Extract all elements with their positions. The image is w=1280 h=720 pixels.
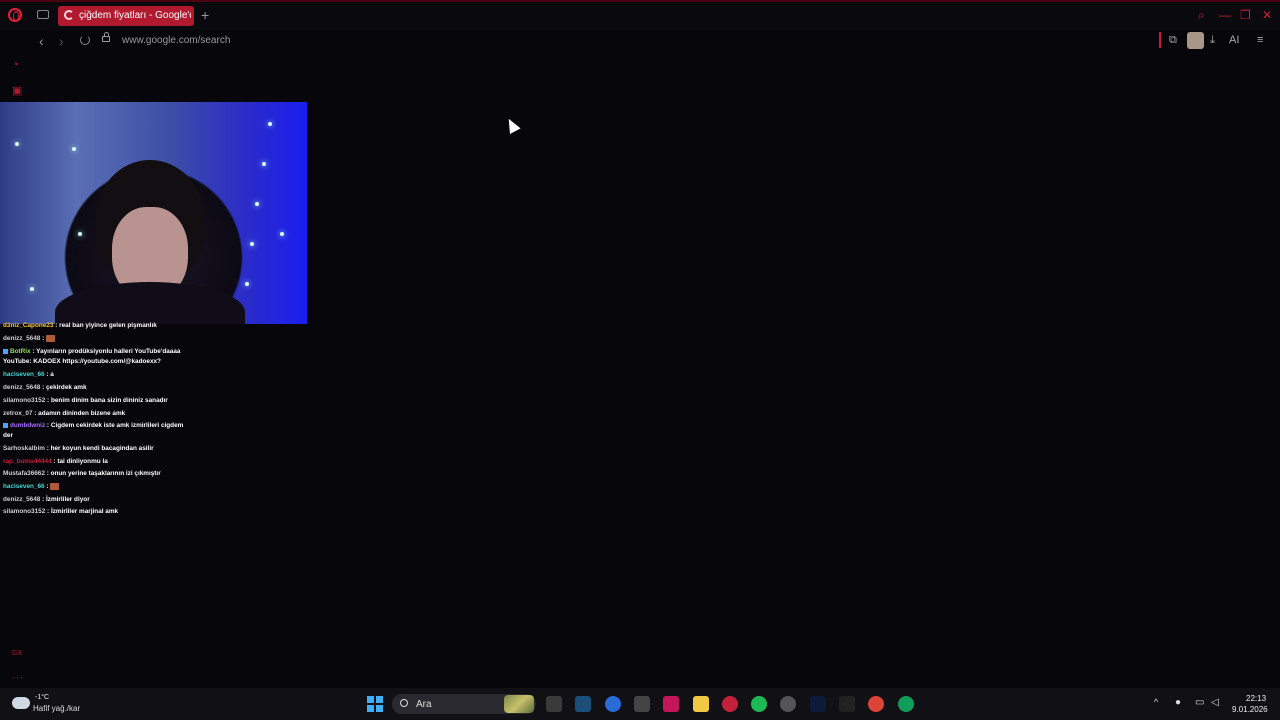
chat-message: YouTube: KADOEX https://youtube.com/@kad…	[3, 358, 193, 366]
toolbar-divider	[1159, 32, 1161, 48]
gx-icon[interactable]: GX	[12, 650, 22, 657]
clock-date[interactable]: 9.01.2026	[1232, 705, 1268, 714]
chat-message: haciseven_66 :	[3, 483, 193, 491]
chat-message: silamono3152 : İzmirliler marjinal amk	[3, 508, 193, 516]
chat-username: haciseven_66	[3, 371, 45, 378]
chat-text: : benim dinim bana sizin dininiz sanadır	[45, 397, 168, 404]
weather-temp[interactable]: -1°C	[35, 694, 49, 701]
clock-time[interactable]: 22:13	[1246, 694, 1266, 703]
chat-message: denizz_5648 : İzmirliler diyor	[3, 496, 193, 504]
chat-badge-icon	[3, 422, 8, 428]
chat-username: denizz_5648	[3, 496, 41, 503]
opera-gx-logo-icon[interactable]	[8, 8, 22, 22]
chat-text: : tai dinliyonmu la	[51, 458, 108, 465]
download-icon[interactable]: ⤓	[1210, 34, 1215, 47]
taskbar-cortana-icon[interactable]	[604, 696, 621, 712]
chat-message: BotRix : Yayınların prodüksiyonlu haller…	[3, 348, 193, 356]
ai-button[interactable]: AI	[1229, 34, 1239, 46]
chat-username: zetrox_07	[3, 410, 33, 417]
chat-message: Mustafa36662 : onun yerine taşaklarının …	[3, 470, 193, 478]
extensions-icon[interactable]: ⧉	[1169, 34, 1177, 47]
tray-chevron-icon[interactable]: ^	[1154, 697, 1158, 707]
profile-avatar[interactable]	[1187, 32, 1204, 49]
taskbar-spotify-icon[interactable]	[751, 696, 768, 712]
chat-username: d3niz_Capone23	[3, 322, 54, 329]
chat-username: dumbdwniz	[10, 422, 46, 429]
search-highlight-image[interactable]	[504, 695, 534, 713]
tab-title[interactable]: çiğdem fiyatları - Google'da	[79, 10, 191, 21]
chat-username: Mustafa36662	[3, 470, 45, 477]
taskbar-search-placeholder[interactable]: Ara	[416, 699, 432, 710]
loading-spinner-icon	[64, 10, 74, 20]
chat-message: zetrox_07 : adamın dininden bizene amk	[3, 410, 193, 418]
chat-message: Sarhoskalbim : her koyun kendi bacaginda…	[3, 445, 193, 453]
reload-icon[interactable]	[80, 35, 90, 45]
chat-text: : çekirdek amk	[40, 384, 87, 391]
chat-message: dumbdwniz : Cigdem cekirdek iste amk izm…	[3, 422, 193, 430]
chat-username: BotRix	[10, 348, 31, 355]
speed-dial-icon[interactable]: ◔	[12, 59, 19, 71]
taskbar-unity-icon[interactable]	[633, 696, 650, 712]
tab-menu-icon[interactable]	[37, 10, 49, 19]
chat-username: silamono3152	[3, 508, 46, 515]
webcam-overlay	[0, 102, 307, 324]
restore-button[interactable]: ❐	[1240, 8, 1251, 22]
chat-message: d3niz_Capone23 : real ban yiyince gelen …	[3, 322, 193, 330]
minimize-button[interactable]: —	[1219, 8, 1231, 22]
forward-button[interactable]: ›	[59, 33, 64, 49]
twitch-icon[interactable]: ▣	[12, 84, 22, 97]
chat-text: YouTube: KADOEX https://youtube.com/@kad…	[3, 358, 161, 365]
chat-text: : İzmirliler diyor	[40, 496, 90, 503]
chat-username: haciseven_66	[3, 483, 45, 491]
display-icon[interactable]: ▭	[1195, 697, 1204, 708]
chat-text: : real ban yiyince gelen pişmanlık	[53, 322, 157, 329]
chat-emote-icon	[50, 483, 60, 490]
taskbar-chrome-2-icon[interactable]	[897, 696, 914, 712]
search-tabs-icon[interactable]: ⌕	[1198, 8, 1205, 23]
mouse-cursor	[503, 116, 521, 134]
weather-desc[interactable]: Hafif yağ./kar	[33, 704, 80, 713]
search-icon	[400, 699, 408, 707]
chat-text: : İzmirliler marjinal amk	[45, 508, 119, 515]
close-button[interactable]: ✕	[1262, 8, 1272, 22]
chat-message: haciseven_66 : a	[3, 371, 193, 379]
chat-message: silamono3152 : benim dinim bana sizin di…	[3, 397, 193, 405]
new-tab-button[interactable]: +	[201, 7, 209, 23]
chat-emote-icon	[46, 335, 55, 342]
chat-username: denizz_5648	[3, 335, 41, 343]
back-button[interactable]: ‹	[39, 33, 44, 49]
chat-badge-icon	[3, 348, 8, 354]
chat-message: denizz_5648 : çekirdek amk	[3, 384, 193, 392]
address-bar[interactable]: www.google.com/search	[122, 35, 230, 46]
volume-icon[interactable]: ◁	[1211, 697, 1219, 708]
chat-message: rap_bumu44444 : tai dinliyonmu la	[3, 458, 193, 466]
taskbar-photoshop-icon[interactable]	[809, 696, 826, 712]
start-button[interactable]	[367, 696, 383, 712]
taskbar-steam-icon[interactable]	[575, 696, 592, 712]
more-icon[interactable]: ···	[12, 672, 23, 684]
chat-username: Sarhoskalbim	[3, 445, 45, 452]
lock-icon[interactable]	[102, 32, 110, 42]
weather-icon[interactable]	[12, 697, 30, 709]
chat-message: der	[3, 432, 193, 440]
microphone-icon[interactable]: ●	[1175, 697, 1181, 708]
chat-text: der	[3, 432, 13, 439]
taskbar-task-view-icon[interactable]	[546, 696, 562, 712]
chat-username: denizz_5648	[3, 384, 41, 391]
chat-username: silamono3152	[3, 397, 46, 404]
chat-message: denizz_5648 :	[3, 335, 193, 343]
chat-text: : adamın dininden bizene amk	[32, 410, 126, 417]
menu-icon[interactable]: ≡	[1257, 34, 1263, 46]
taskbar-app-red-icon[interactable]	[663, 696, 680, 712]
taskbar-file-explorer-icon[interactable]	[692, 696, 709, 712]
chat-username: rap_bumu44444	[3, 458, 52, 465]
chat-text: : onun yerine taşaklarının izi çıkmıştır	[44, 470, 161, 477]
taskbar-opera-gx-icon[interactable]	[721, 696, 738, 712]
chat-text: : Cigdem cekirdek iste amk izmirlileri c…	[45, 422, 184, 429]
chat-text: : her koyun kendi bacagindan asilir	[44, 445, 154, 452]
taskbar-capcut-icon[interactable]	[839, 696, 855, 712]
chat-text: : a	[44, 371, 54, 378]
chat-text: : Yayınların prodüksiyonlu halleri YouTu…	[30, 348, 181, 355]
